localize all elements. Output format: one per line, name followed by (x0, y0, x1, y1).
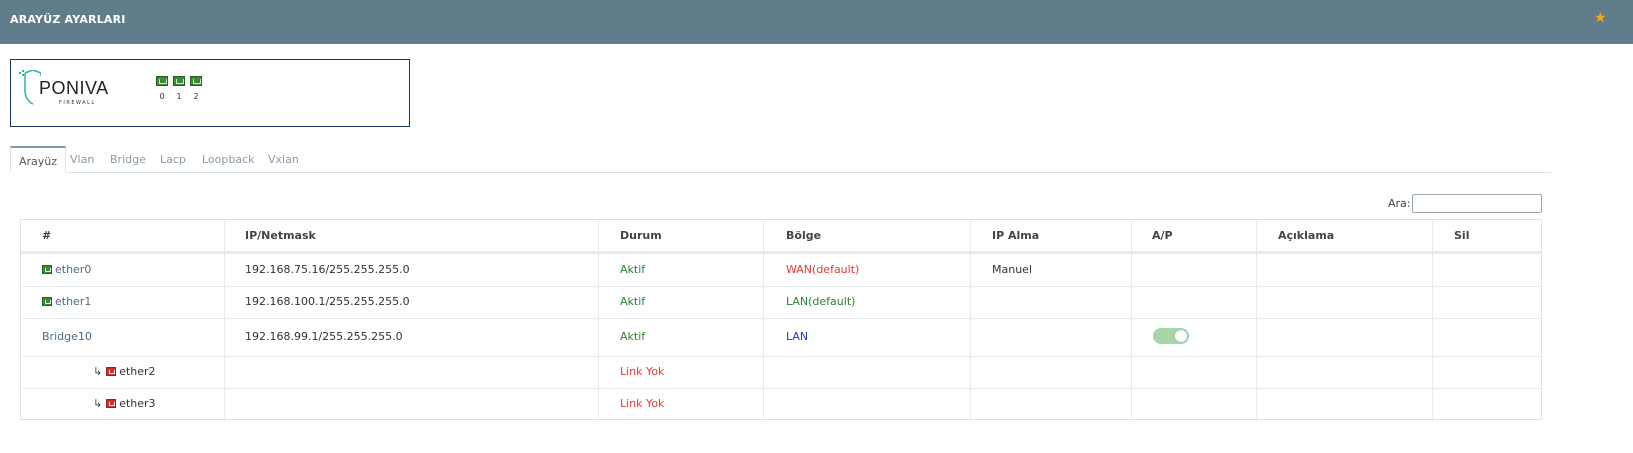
ethernet-port-icon (156, 76, 168, 86)
port-number: 0 (159, 92, 165, 101)
tab-vxlan[interactable]: Vxlan (268, 146, 299, 173)
table-row[interactable]: ↳ ether2 Link Yok (21, 357, 1541, 389)
search-input[interactable] (1412, 194, 1542, 213)
header-index[interactable]: # (42, 220, 51, 251)
tab-lacp[interactable]: Lacp (160, 146, 186, 173)
status-text: Link Yok (620, 397, 665, 410)
child-arrow-icon: ↳ (93, 397, 103, 410)
header-ip-netmask[interactable]: IP/Netmask (245, 220, 316, 251)
ap-toggle[interactable] (1153, 328, 1189, 344)
ethernet-port-down-icon (106, 399, 117, 408)
status-text: Aktif (620, 263, 646, 276)
member-interface-ether2[interactable]: ↳ ether2 (93, 365, 156, 378)
zone-text: WAN(default) (786, 263, 860, 276)
zone-text: LAN(default) (786, 295, 856, 308)
page-title: ARAYÜZ AYARLARI (10, 13, 126, 26)
toggle-knob (1174, 329, 1188, 343)
header-zone[interactable]: Bölge (786, 220, 821, 251)
zone-text: LAN (786, 330, 809, 343)
ethernet-port-icon (42, 297, 52, 306)
shield-logo-icon (19, 70, 41, 105)
ip-netmask: 192.168.100.1/255.255.255.0 (245, 295, 410, 308)
child-arrow-icon: ↳ (93, 365, 103, 378)
tab-vlan[interactable]: Vlan (70, 146, 94, 173)
member-interface-ether3[interactable]: ↳ ether3 (93, 397, 156, 410)
ip-mode-text: Manuel (992, 263, 1032, 276)
status-text: Link Yok (620, 365, 665, 378)
ethernet-port-icon (190, 76, 202, 86)
table-header: # IP/Netmask Durum Bölge IP Alma A/P Açı… (21, 220, 1541, 254)
ethernet-port-icon (173, 76, 185, 86)
table-row[interactable]: ether0 192.168.75.16/255.255.255.0 Aktif… (21, 254, 1541, 287)
header-description[interactable]: Açıklama (1278, 220, 1334, 251)
tab-bar: Arayüz Vlan Bridge Lacp Loopback Vxlan (10, 146, 1551, 173)
device-panel: PONIVA FIREWALL 0 1 2 (10, 59, 410, 127)
header-ap[interactable]: A/P (1152, 220, 1173, 251)
header-delete[interactable]: Sil (1454, 220, 1469, 251)
header-ip-mode[interactable]: IP Alma (992, 220, 1039, 251)
poniva-logo: PONIVA FIREWALL (19, 70, 119, 106)
logo-brand: PONIVA (39, 78, 109, 98)
port-number: 2 (193, 92, 199, 101)
logo-sub: FIREWALL (59, 100, 96, 106)
status-text: Aktif (620, 295, 646, 308)
tab-arayuz[interactable]: Arayüz (10, 146, 67, 173)
interface-link-ether1[interactable]: ether1 (42, 295, 91, 308)
port-2[interactable]: 2 (190, 76, 202, 101)
ip-netmask: 192.168.75.16/255.255.255.0 (245, 263, 410, 276)
tab-loopback[interactable]: Loopback (202, 146, 255, 173)
top-bar: ARAYÜZ AYARLARI ★ (0, 0, 1633, 44)
ethernet-port-down-icon (106, 367, 117, 376)
search-label: Ara: (1388, 197, 1411, 210)
interface-link-bridge10[interactable]: Bridge10 (42, 330, 92, 343)
interface-name: ether2 (119, 365, 156, 378)
table-row[interactable]: ether1 192.168.100.1/255.255.255.0 Aktif… (21, 287, 1541, 319)
interface-name: ether3 (119, 397, 156, 410)
port-1[interactable]: 1 (173, 76, 185, 101)
status-text: Aktif (620, 330, 646, 343)
interface-table: # IP/Netmask Durum Bölge IP Alma A/P Açı… (20, 219, 1542, 420)
port-0[interactable]: 0 (156, 76, 168, 101)
interface-name: ether1 (55, 295, 92, 308)
star-icon[interactable]: ★ (1594, 10, 1607, 26)
interface-name: ether0 (55, 263, 92, 276)
interface-link-ether0[interactable]: ether0 (42, 263, 91, 276)
ethernet-port-icon (42, 265, 52, 274)
header-status[interactable]: Durum (620, 220, 662, 251)
tab-bridge[interactable]: Bridge (110, 146, 146, 173)
table-row[interactable]: ↳ ether3 Link Yok (21, 389, 1541, 419)
port-number: 1 (176, 92, 182, 101)
ip-netmask: 192.168.99.1/255.255.255.0 (245, 330, 403, 343)
table-row[interactable]: Bridge10 192.168.99.1/255.255.255.0 Akti… (21, 319, 1541, 357)
